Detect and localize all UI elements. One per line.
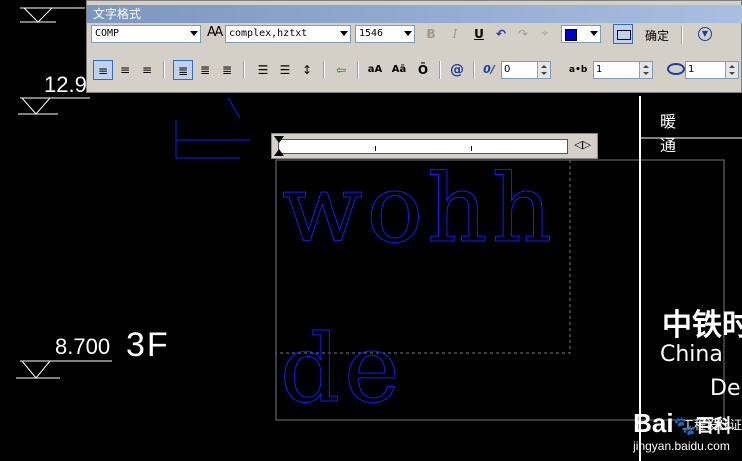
bullet-list-icon: ☰ — [279, 63, 291, 77]
stack-button[interactable]: ÷ — [535, 24, 555, 44]
spinner-icon[interactable] — [725, 62, 738, 78]
company-name-en: China — [660, 342, 723, 367]
align-left-icon: ≡ — [97, 64, 109, 78]
level-marker-8700 — [16, 360, 112, 379]
mtext-line-1[interactable]: wohh — [281, 159, 556, 260]
oblique-angle-value: 0 — [504, 64, 511, 75]
height-select[interactable]: 1546 — [355, 25, 415, 43]
line-spacing-icon: ↕ — [301, 63, 313, 77]
indent-marker-icon[interactable] — [274, 136, 284, 143]
watermark-url: jingyan.baidu.com — [633, 439, 730, 453]
ok-button[interactable]: 确定 — [645, 27, 669, 44]
toolbar-row-2: ≡ ≡ ≡ ≣ ≣ ≣ ☰ ☰ ↕ ⇦ aA Aā Ō @ 0/ 0 a•b 1… — [91, 59, 741, 83]
level-text-12900: 12.9 — [44, 72, 87, 97]
toolbar-divider — [323, 61, 325, 79]
level-marker-12900 — [18, 97, 90, 115]
style-select-value: COMP — [95, 28, 120, 39]
spinner-icon[interactable] — [639, 62, 652, 78]
ruler-tick — [375, 146, 376, 151]
floor-label: 3F — [126, 326, 170, 364]
align-left-button[interactable]: ≡ — [93, 60, 113, 80]
ruler-tick — [471, 146, 472, 151]
align-top-icon: ≣ — [177, 64, 189, 78]
ruler-toggle-button[interactable] — [613, 24, 633, 44]
oblique-angle-icon: 0/ — [483, 63, 495, 76]
text-format-toolbar[interactable]: 文字格式 COMP Ꜳ complex,hztxt 1546 B I U ↶ ↷… — [86, 0, 742, 93]
style-select[interactable]: COMP — [91, 25, 201, 43]
numbering-button[interactable]: ☰ — [253, 60, 273, 80]
watermark-brand: Bai🐾百科 — [633, 408, 732, 438]
toolbar-divider — [163, 61, 165, 79]
ruler-icon — [617, 30, 631, 40]
oblique-angle-input[interactable]: 0 — [501, 61, 551, 79]
align-right-icon: ≡ — [141, 63, 153, 77]
company-name-en-2: De — [710, 376, 741, 401]
tracking-icon: a•b — [569, 65, 588, 75]
symbol-button[interactable]: @ — [447, 60, 467, 80]
chevron-down-icon — [590, 31, 598, 36]
insert-field-button[interactable]: ⇦ — [331, 60, 351, 80]
baidu-watermark: Bai🐾百科 jingyan.baidu.com — [633, 408, 732, 453]
company-name-cn: 中铁时 — [662, 308, 742, 343]
toolbar-divider — [439, 61, 441, 79]
height-select-value: 1546 — [359, 28, 384, 39]
font-select-value: complex,hztxt — [229, 28, 308, 39]
partial-text-glyph — [175, 97, 250, 159]
align-middle-icon: ≣ — [199, 63, 211, 77]
align-top-button[interactable]: ≣ — [173, 60, 193, 80]
numbered-list-icon: ☰ — [257, 63, 269, 77]
mtext-line-2[interactable]: de — [280, 319, 404, 420]
align-bottom-button[interactable]: ≣ — [217, 60, 237, 80]
ruler-resize-arrows-icon[interactable]: ◁▷ — [574, 138, 591, 151]
font-select[interactable]: complex,hztxt — [225, 25, 351, 43]
toolbar-title[interactable]: 文字格式 — [87, 5, 742, 23]
ruler-track[interactable] — [278, 139, 568, 154]
insert-field-icon: ⇦ — [335, 63, 347, 77]
width-factor-icon — [667, 63, 685, 75]
chevron-down-icon — [340, 31, 348, 36]
undo-button[interactable]: ↶ — [491, 24, 511, 44]
toolbar-divider — [681, 26, 683, 44]
line-spacing-button[interactable]: ↕ — [297, 60, 317, 80]
level-marker-top — [20, 7, 85, 23]
width-factor-value: 1 — [688, 64, 695, 75]
overline-button[interactable]: Ō — [413, 60, 433, 80]
toolbar-divider — [357, 61, 359, 79]
align-bottom-icon: ≣ — [221, 63, 233, 77]
align-center-icon: ≡ — [119, 63, 131, 77]
color-select[interactable] — [561, 25, 601, 43]
color-swatch — [565, 29, 577, 41]
chevron-down-icon: ▼ — [698, 27, 712, 41]
toolbar-row-1: COMP Ꜳ complex,hztxt 1546 B I U ↶ ↷ ÷ 确定… — [91, 24, 741, 47]
hanging-indent-icon[interactable] — [274, 149, 284, 156]
align-center-button[interactable]: ≡ — [115, 60, 135, 80]
chevron-down-icon — [404, 31, 412, 36]
bullets-button[interactable]: ☰ — [275, 60, 295, 80]
toolbar-divider — [243, 61, 245, 79]
bold-button[interactable]: B — [421, 24, 441, 44]
toolbar-divider — [473, 61, 475, 79]
align-middle-button[interactable]: ≣ — [195, 60, 215, 80]
discipline-header: 暖 通 — [660, 112, 721, 155]
chevron-down-icon — [190, 31, 198, 36]
uppercase-button[interactable]: aA — [365, 60, 385, 80]
spinner-icon[interactable] — [537, 62, 550, 78]
options-button[interactable]: ▼ — [695, 24, 715, 44]
lowercase-button[interactable]: Aā — [389, 60, 409, 80]
italic-button[interactable]: I — [445, 24, 465, 44]
redo-button[interactable]: ↷ — [513, 24, 533, 44]
paw-icon: 🐾 — [673, 416, 696, 436]
align-right-button[interactable]: ≡ — [137, 60, 157, 80]
mtext-ruler[interactable]: ◁▷ — [271, 133, 598, 159]
tracking-value: 1 — [596, 64, 603, 75]
font-icon: Ꜳ — [207, 25, 224, 40]
underline-button[interactable]: U — [469, 24, 489, 44]
level-text-8700: 8.700 — [55, 334, 111, 359]
width-factor-input[interactable]: 1 — [685, 61, 739, 79]
tracking-input[interactable]: 1 — [593, 61, 653, 79]
